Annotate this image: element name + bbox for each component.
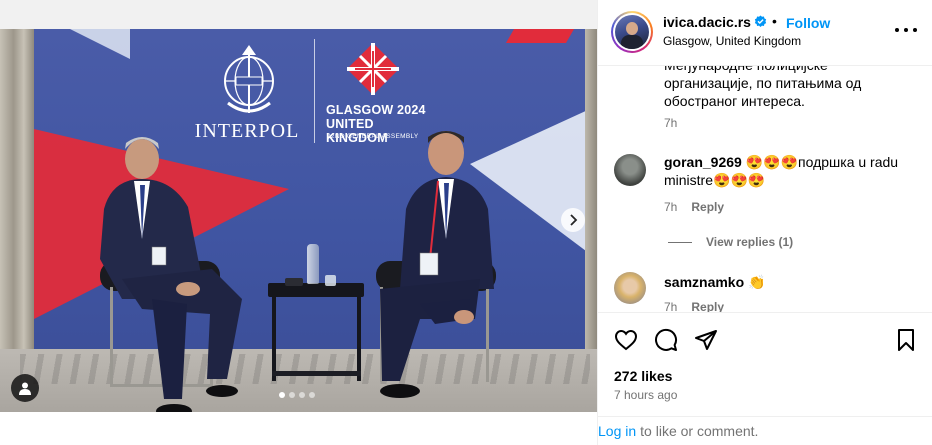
- post-timestamp[interactable]: 7 hours ago: [614, 388, 677, 402]
- seated-man-left: [100, 137, 242, 412]
- reply-button[interactable]: Reply: [691, 300, 724, 312]
- seated-man-right: [380, 131, 494, 398]
- table-leg: [272, 295, 276, 381]
- backdrop-shape: [70, 29, 130, 59]
- view-replies-button[interactable]: View replies (1): [668, 235, 793, 249]
- commenter-avatar[interactable]: [614, 272, 646, 304]
- comment-username[interactable]: samznamko: [664, 274, 744, 290]
- follow-button[interactable]: Follow: [786, 15, 830, 31]
- profile-avatar[interactable]: [611, 11, 653, 53]
- carousel-dot: [289, 392, 295, 398]
- comment-timestamp[interactable]: 7h: [664, 300, 677, 312]
- table-shelf: [272, 371, 361, 376]
- heart-icon[interactable]: [614, 328, 638, 352]
- verified-badge-icon: [754, 15, 767, 27]
- carousel-dot: [279, 392, 285, 398]
- login-prompt: Log in to like or comment.: [598, 416, 932, 445]
- more-options-button[interactable]: [895, 22, 917, 38]
- replies-divider: [668, 241, 692, 243]
- share-icon[interactable]: [694, 328, 718, 352]
- caption-timestamp[interactable]: 7h: [664, 116, 677, 130]
- avatar-inner: [613, 13, 651, 51]
- interpol-emblem-icon: [224, 45, 274, 113]
- carousel-dot: [299, 392, 305, 398]
- glass: [325, 275, 336, 286]
- event-title-line: GLASGOW 2024: [326, 103, 426, 117]
- post-actions: 272 likes 7 hours ago: [598, 312, 932, 416]
- comment-timestamp[interactable]: 7h: [664, 200, 677, 214]
- curtain: [585, 29, 597, 369]
- comment: goran_9269 😍😍😍подршка u radu ministre😍😍😍: [664, 153, 914, 189]
- media-bottom-strip: [0, 412, 597, 445]
- comment-meta: 7h Reply: [664, 300, 724, 312]
- commenter-avatar[interactable]: [614, 154, 646, 186]
- carousel-dot: [309, 392, 315, 398]
- more-dot: [913, 28, 917, 32]
- view-replies-label: View replies (1): [706, 235, 794, 249]
- carousel-indicator: [279, 392, 315, 398]
- post-image[interactable]: INTERPOL GLASGOW 2024 UNITED KINGDOM 92N…: [0, 29, 597, 412]
- comments-list[interactable]: Међународне полицијске организације, по …: [598, 52, 932, 312]
- login-link[interactable]: Log in: [598, 423, 636, 439]
- brand-divider: [314, 39, 315, 143]
- reply-button[interactable]: Reply: [691, 200, 724, 214]
- comment-text: 👏: [748, 274, 766, 290]
- post-header: ivica.dacic.rs • Follow Glasgow, United …: [598, 0, 932, 66]
- next-image-button[interactable]: [561, 208, 585, 232]
- water-bottle: [307, 244, 319, 284]
- glasgow-2024-emblem-icon: [347, 43, 399, 95]
- separator-dot: •: [772, 13, 777, 29]
- username-link[interactable]: ivica.dacic.rs: [663, 14, 751, 30]
- more-dot: [904, 28, 908, 32]
- more-dot: [895, 28, 899, 32]
- comment-username[interactable]: goran_9269: [664, 154, 742, 170]
- comment-icon[interactable]: [654, 328, 678, 352]
- cup: [285, 278, 303, 286]
- login-prompt-text: to like or comment.: [640, 423, 759, 439]
- tagged-people-button[interactable]: [11, 374, 39, 402]
- side-table: [268, 283, 364, 297]
- comment: samznamko 👏: [664, 273, 914, 291]
- media-top-strip: [0, 0, 597, 29]
- chevron-right-icon: [570, 214, 578, 226]
- comment-meta: 7h Reply: [664, 200, 724, 214]
- curtain: [0, 29, 34, 369]
- user-tag-icon: [19, 382, 31, 395]
- avatar-image: [615, 15, 649, 49]
- backdrop-shape: [505, 29, 575, 43]
- bookmark-icon[interactable]: [894, 328, 918, 352]
- location-link[interactable]: Glasgow, United Kingdom: [663, 34, 801, 48]
- caption-line: организације, по питањима од обостраног …: [664, 75, 862, 109]
- likes-count[interactable]: 272 likes: [614, 368, 672, 384]
- post-details-panel: Међународне полицијске организације, по …: [597, 0, 932, 445]
